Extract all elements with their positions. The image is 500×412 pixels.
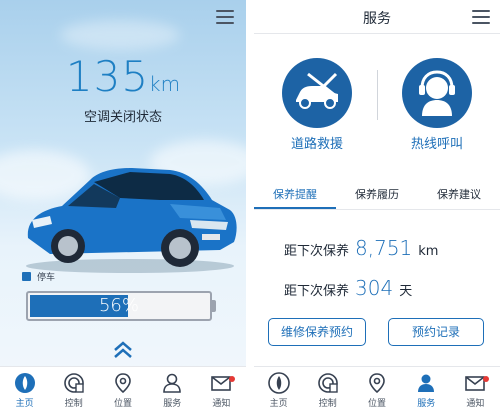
park-label: 停车 [37,273,56,283]
bottom-nav: 主页 控制 位置 服务 通知 [0,366,246,412]
page-title: 服务 [363,11,391,27]
bottom-nav: 主页 控制 位置 服务 通知 [254,366,500,412]
service-divider [377,70,378,120]
service-person-icon [418,374,435,392]
home-car-icon [14,373,35,393]
nav-item-service[interactable]: 服务 [148,367,197,412]
nav-item-notify[interactable]: 通知 [197,367,246,412]
service-person-icon [163,373,182,393]
range-value: 135 [65,52,150,101]
nav-label: 控制 [318,399,337,409]
nav-item-control[interactable]: 控制 [49,367,98,412]
tab-maintenance-reminder[interactable]: 保养提醒 [254,182,336,209]
roadside-rescue-icon [296,72,338,109]
ac-status: 空调关闭状态 [83,110,162,125]
days-value: 304 [355,276,394,300]
range-unit: km [149,72,181,96]
nav-label: 位置 [114,399,133,409]
notification-badge [483,376,490,382]
nav-label: 服务 [163,399,182,409]
car-image [26,168,237,273]
distance-unit: km [418,244,439,259]
hotline-call-button[interactable] [402,58,472,128]
nav-label: 服务 [417,399,436,409]
park-status: 停车 [22,270,55,283]
location-pin-icon [369,373,385,394]
app-screens: 135km 空调关闭状态 停车 56% 主页 控制 位置 服务 通知 服务 道路… [0,0,500,412]
hotline-call-label: 热线呼叫 [410,137,463,152]
maintenance-tabs: 保养提醒 保养履历 保养建议 [254,182,500,210]
chevron-up-icon[interactable] [112,338,134,360]
location-pin-icon [115,373,131,394]
cloud [60,20,180,50]
home-screen: 135km 空调关闭状态 停车 56% 主页 控制 位置 服务 通知 [0,0,246,412]
nav-item-location[interactable]: 位置 [352,367,401,412]
nav-item-home[interactable]: 主页 [254,367,303,412]
hotline-headset-icon [419,70,455,116]
nav-label: 通知 [466,399,485,409]
nav-item-location[interactable]: 位置 [98,367,147,412]
days-label: 距下次保养 [284,284,350,299]
roadside-rescue-label: 道路救援 [290,137,343,152]
home-car-icon [267,372,290,394]
control-icon [317,373,338,393]
days-unit: 天 [399,284,413,299]
park-indicator [22,272,31,281]
mail-icon [465,376,486,391]
nav-label: 位置 [368,399,387,409]
mail-icon [211,376,232,391]
battery-tip [212,300,216,312]
roadside-rescue-button[interactable] [282,58,352,128]
service-screen: 服务 道路救援 热线呼叫 保养提醒 保养履历 保养建议 距下次保养 8,751 … [254,0,500,412]
notification-badge [229,376,236,382]
tab-maintenance-advice[interactable]: 保养建议 [418,182,500,209]
battery-percent: 56% [98,295,139,316]
menu-icon[interactable] [216,10,234,24]
booking-records-button[interactable]: 预约记录 [388,318,484,346]
distance-label: 距下次保养 [284,244,350,259]
distance-value: 8,751 [355,236,413,260]
menu-icon[interactable] [472,10,490,24]
distance-to-service: 距下次保养 8,751 km [284,236,438,260]
nav-label: 主页 [269,399,288,409]
nav-label: 主页 [15,399,34,409]
control-icon [63,373,84,393]
days-to-service: 距下次保养 304 天 [284,276,412,300]
nav-item-service[interactable]: 服务 [402,367,451,412]
nav-item-control[interactable]: 控制 [303,367,352,412]
nav-label: 通知 [212,399,231,409]
tab-maintenance-history[interactable]: 保养履历 [336,182,418,209]
header-bar: 服务 [254,0,500,34]
range-display: 135km [0,52,246,101]
nav-item-notify[interactable]: 通知 [451,367,500,412]
booking-button[interactable]: 维修保养预约 [268,318,366,346]
nav-item-home[interactable]: 主页 [0,367,49,412]
nav-label: 控制 [64,399,83,409]
